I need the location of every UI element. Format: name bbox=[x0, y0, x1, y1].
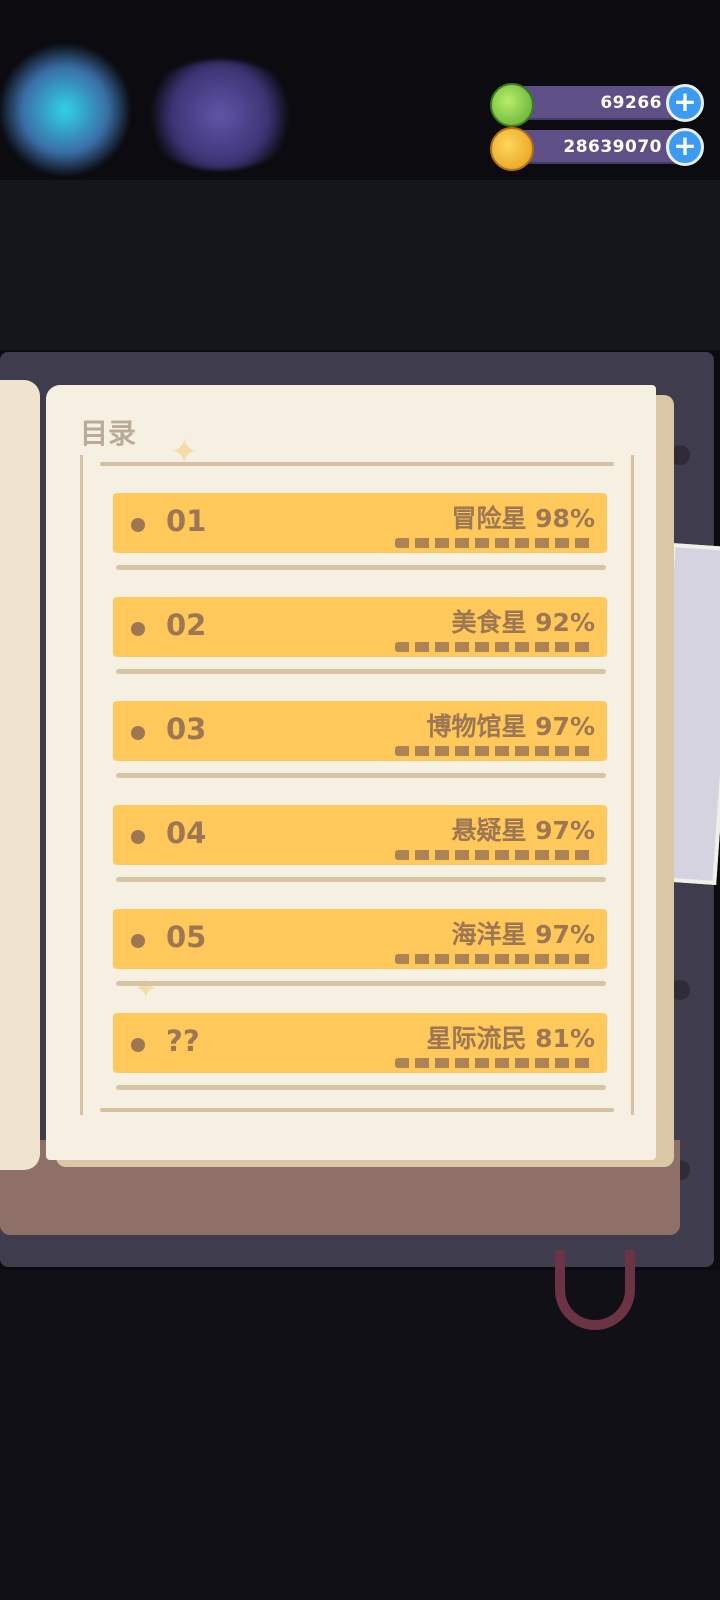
hidden-text bbox=[395, 746, 595, 756]
currency-bar-gems: 69266 + bbox=[490, 83, 704, 127]
entry-number: 01 bbox=[166, 504, 207, 538]
entry-label: 美食星 92% bbox=[451, 608, 595, 637]
entry-underline bbox=[116, 1085, 606, 1090]
entry-underline bbox=[116, 669, 606, 674]
bullet-dot bbox=[131, 830, 145, 844]
entry-underline bbox=[116, 981, 606, 986]
entry-label: 海洋星 97% bbox=[451, 920, 595, 949]
bullet-dot bbox=[131, 622, 145, 636]
bullet-dot bbox=[131, 518, 145, 532]
frame-top-line bbox=[100, 462, 614, 466]
currency-bar-coins: 28639070 + bbox=[490, 127, 704, 171]
toc-title: 目录 bbox=[80, 417, 137, 450]
toc-entry-04[interactable]: 04 悬疑星 97% bbox=[113, 805, 607, 865]
entry-label: 博物馆星 97% bbox=[426, 712, 595, 741]
smoke-purple bbox=[140, 60, 300, 170]
gem-amount: 69266 bbox=[600, 93, 662, 113]
entry-underline bbox=[116, 877, 606, 882]
entry-number: ?? bbox=[166, 1024, 200, 1058]
gem-icon bbox=[490, 83, 534, 127]
planet-coin-icon bbox=[490, 127, 534, 171]
left-page bbox=[0, 380, 40, 1170]
entry-number: 05 bbox=[166, 920, 207, 954]
entry-underline bbox=[116, 773, 606, 778]
entry-number: 03 bbox=[166, 712, 207, 746]
toc-entry-01[interactable]: 01 冒险星 98% bbox=[113, 493, 607, 553]
entry-underline bbox=[116, 565, 606, 570]
bullet-dot bbox=[131, 934, 145, 948]
coin-amount: 28639070 bbox=[563, 137, 662, 157]
toc-entry-05[interactable]: 05 海洋星 97% bbox=[113, 909, 607, 969]
entry-number: 04 bbox=[166, 816, 207, 850]
add-gems-button[interactable]: + bbox=[666, 84, 704, 122]
background-shelf bbox=[0, 180, 720, 350]
hidden-text bbox=[395, 954, 595, 964]
bullet-dot bbox=[131, 726, 145, 740]
hidden-text bbox=[395, 642, 595, 652]
entry-label: 冒险星 98% bbox=[451, 504, 595, 533]
bookmark-ribbon bbox=[555, 1250, 635, 1330]
entry-label: 星际流民 81% bbox=[426, 1024, 595, 1053]
toc-entry-03[interactable]: 03 博物馆星 97% bbox=[113, 701, 607, 761]
hidden-text bbox=[395, 538, 595, 548]
bullet-dot bbox=[131, 1038, 145, 1052]
hidden-text bbox=[395, 850, 595, 860]
entry-label: 悬疑星 97% bbox=[451, 816, 595, 845]
hidden-text bbox=[395, 1058, 595, 1068]
add-coins-button[interactable]: + bbox=[666, 128, 704, 166]
smoke-cyan bbox=[0, 40, 130, 180]
toc-entry-02[interactable]: 02 美食星 92% bbox=[113, 597, 607, 657]
toc-entry-06[interactable]: ?? 星际流民 81% bbox=[113, 1013, 607, 1073]
entry-number: 02 bbox=[166, 608, 207, 642]
frame-bottom-line bbox=[100, 1108, 614, 1112]
